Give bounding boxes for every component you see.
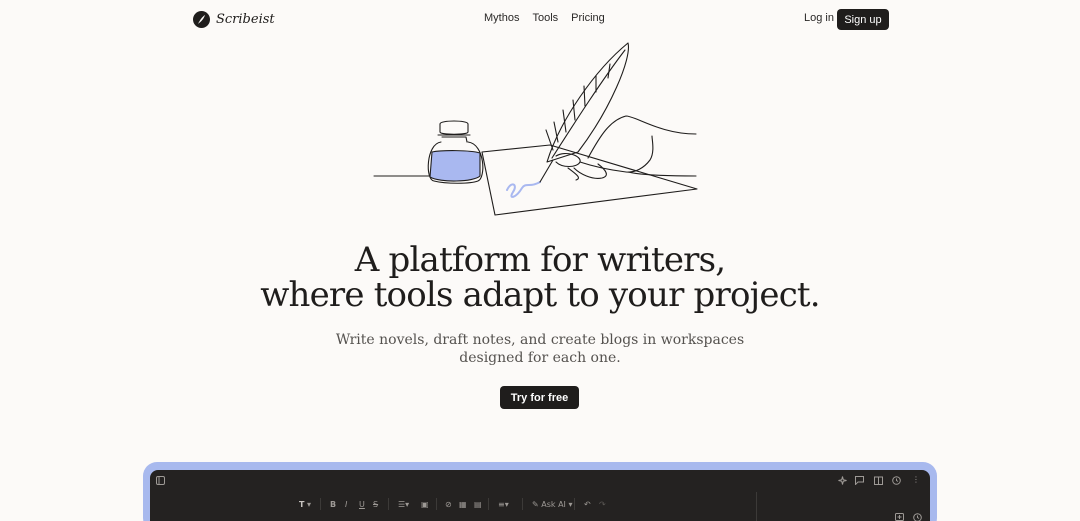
hero-illustration — [370, 40, 700, 220]
brand-name: Scribeist — [216, 11, 275, 27]
hero-headline: A platform for writers, where tools adap… — [0, 243, 1080, 313]
link-icon[interactable]: ⊘ — [445, 500, 452, 510]
ask-ai-label: Ask AI — [541, 500, 566, 509]
brand-logo[interactable]: Scribeist — [193, 10, 275, 28]
try-for-free-button[interactable]: Try for free — [500, 386, 579, 409]
book-icon[interactable] — [874, 476, 883, 488]
comment-icon[interactable] — [855, 476, 864, 488]
nav-links: Mythos Tools Pricing — [484, 12, 605, 24]
table-icon[interactable]: ▦ — [459, 500, 467, 510]
right-panel-divider — [756, 492, 757, 521]
ask-ai-icon[interactable]: ✎ Ask AI ▾ — [532, 500, 572, 510]
nav-link-pricing[interactable]: Pricing — [571, 12, 605, 24]
editor-preview: ⋮ T ▾ B I U S ☰▾ ▣ ⊘ ▦ ▤ ≡▾ ✎ Ask AI ▾ ↶… — [150, 470, 930, 521]
history-icon[interactable] — [892, 476, 901, 488]
quill-logo-icon — [193, 10, 210, 28]
sidebar-toggle-icon[interactable] — [156, 476, 165, 488]
underline-icon[interactable]: U — [359, 500, 365, 510]
text-style-icon[interactable]: T ▾ — [299, 500, 311, 510]
top-nav: Scribeist Mythos Tools Pricing Log in Si… — [0, 0, 1080, 38]
list-icon[interactable]: ☰▾ — [398, 500, 409, 510]
hero-subtitle-line-2: designed for each one. — [459, 350, 621, 366]
strikethrough-icon[interactable]: S — [373, 500, 378, 510]
redo-icon[interactable]: ↷ — [599, 500, 606, 510]
nav-link-tools[interactable]: Tools — [532, 12, 558, 24]
toolbar-divider — [388, 498, 389, 510]
hero-subtitle: Write novels, draft notes, and create bl… — [0, 331, 1080, 367]
signup-button[interactable]: Sign up — [837, 9, 889, 30]
login-link[interactable]: Log in — [804, 12, 834, 24]
history-panel-icon[interactable] — [913, 513, 922, 521]
align-icon[interactable]: ≡▾ — [498, 500, 509, 510]
hero-headline-line-2: where tools adapt to your project. — [260, 275, 820, 315]
more-icon[interactable]: ⋮ — [912, 475, 920, 485]
italic-icon[interactable]: I — [345, 500, 347, 510]
embed-icon[interactable]: ▤ — [474, 500, 482, 510]
panel-add-icon[interactable] — [895, 513, 904, 521]
text-style-label: T — [299, 500, 305, 509]
ai-sparkle-icon[interactable] — [838, 476, 847, 488]
image-icon[interactable]: ▣ — [421, 500, 429, 510]
undo-icon[interactable]: ↶ — [584, 500, 591, 510]
toolbar-divider — [488, 498, 489, 510]
hero-subtitle-line-1: Write novels, draft notes, and create bl… — [335, 332, 745, 348]
nav-link-mythos[interactable]: Mythos — [484, 12, 519, 24]
toolbar-divider — [574, 498, 575, 510]
toolbar-divider — [436, 498, 437, 510]
toolbar-divider — [522, 498, 523, 510]
toolbar-divider — [320, 498, 321, 510]
bold-icon[interactable]: B — [330, 500, 336, 510]
hero-headline-line-1: A platform for writers, — [354, 240, 726, 280]
